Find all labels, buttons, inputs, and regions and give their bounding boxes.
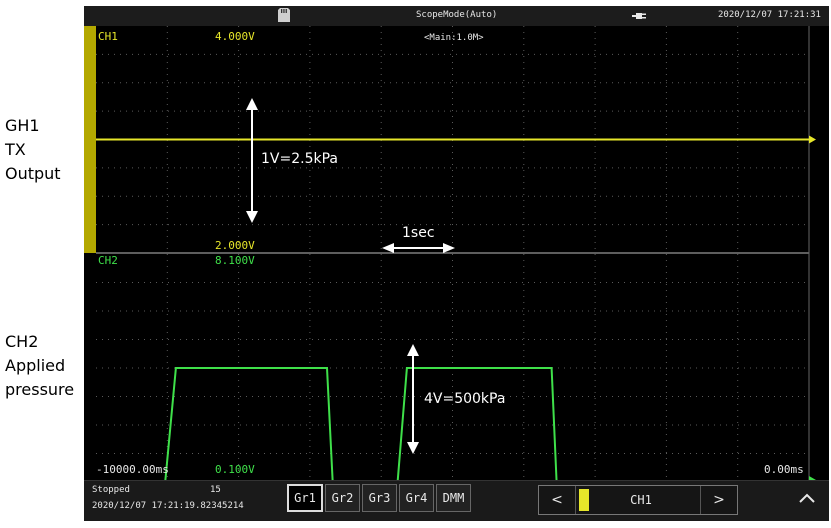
time-scale-arrow xyxy=(382,243,455,253)
ch1-name: CH1 xyxy=(98,30,118,43)
status-bar: ScopeMode(Auto) 2020/12/07 17:21:31 xyxy=(84,6,829,26)
ch2-side-label: CH2 Applied pressure xyxy=(5,330,74,402)
channel-selector: < CH1 > xyxy=(538,485,738,515)
ch2-label-line: Applied xyxy=(5,356,66,375)
scope-mode-title: ScopeMode(Auto) xyxy=(416,10,498,20)
channel-prev-button[interactable]: < xyxy=(539,486,576,514)
time-start-label: -10000.00ms xyxy=(96,463,169,476)
ch2-trace xyxy=(164,367,809,482)
channel-next-button[interactable]: > xyxy=(700,486,737,514)
ch1-label-line: TX xyxy=(5,140,26,159)
ch2-scale-arrow xyxy=(407,344,419,454)
ch2-scale-annotation: 4V=500kPa xyxy=(424,391,506,407)
channel-color-swatch xyxy=(579,489,589,511)
ch2-label-line: pressure xyxy=(5,380,75,399)
ch2-name: CH2 xyxy=(98,254,118,267)
ch1-label-line: Output xyxy=(5,164,61,183)
bottom-bar: Stopped 15 2020/12/07 17:21:19.82345214 … xyxy=(84,480,829,521)
group-button-gr4[interactable]: Gr4 xyxy=(399,484,434,512)
group-button-gr2[interactable]: Gr2 xyxy=(325,484,360,512)
timebase-label: <Main:1.0M> xyxy=(424,33,484,43)
power-plug-icon xyxy=(632,10,646,22)
ch2-label-line: CH2 xyxy=(5,332,39,351)
ch2-top-value: 8.100V xyxy=(215,254,255,267)
ch1-level-marker xyxy=(809,135,816,144)
group-button-gr3[interactable]: Gr3 xyxy=(362,484,397,512)
ch1-scale-annotation: 1V=2.5kPa xyxy=(261,151,338,167)
ch1-side-label: GH1 TX Output xyxy=(5,114,61,186)
oscilloscope-screen: ScopeMode(Auto) 2020/12/07 17:21:31 CH1 … xyxy=(84,6,829,521)
ch1-bottom-value: 2.000V xyxy=(215,239,255,252)
status-datetime: 2020/12/07 17:21:31 xyxy=(718,10,821,20)
channel-selected-name: CH1 xyxy=(630,493,652,507)
waveform-display xyxy=(84,26,816,482)
ch2-bottom-value: 0.100V xyxy=(215,463,255,476)
time-end-label: 0.00ms xyxy=(764,463,804,476)
ch1-active-bar xyxy=(84,26,96,253)
acquisition-count: 15 xyxy=(210,485,221,495)
chevron-up-icon xyxy=(799,493,815,503)
ch1-scale-arrow xyxy=(246,98,258,223)
acquisition-timestamp: 2020/12/07 17:21:19.82345214 xyxy=(92,501,244,511)
group-button-gr1[interactable]: Gr1 xyxy=(287,484,323,512)
ch1-label-line: GH1 xyxy=(5,116,40,135)
ch1-top-value: 4.000V xyxy=(215,30,255,43)
time-scale-annotation: 1sec xyxy=(402,225,435,241)
acquisition-state: Stopped xyxy=(92,485,130,495)
group-button-dmm[interactable]: DMM xyxy=(436,484,471,512)
expand-menu-button[interactable] xyxy=(792,483,822,513)
sd-card-icon xyxy=(278,8,290,22)
